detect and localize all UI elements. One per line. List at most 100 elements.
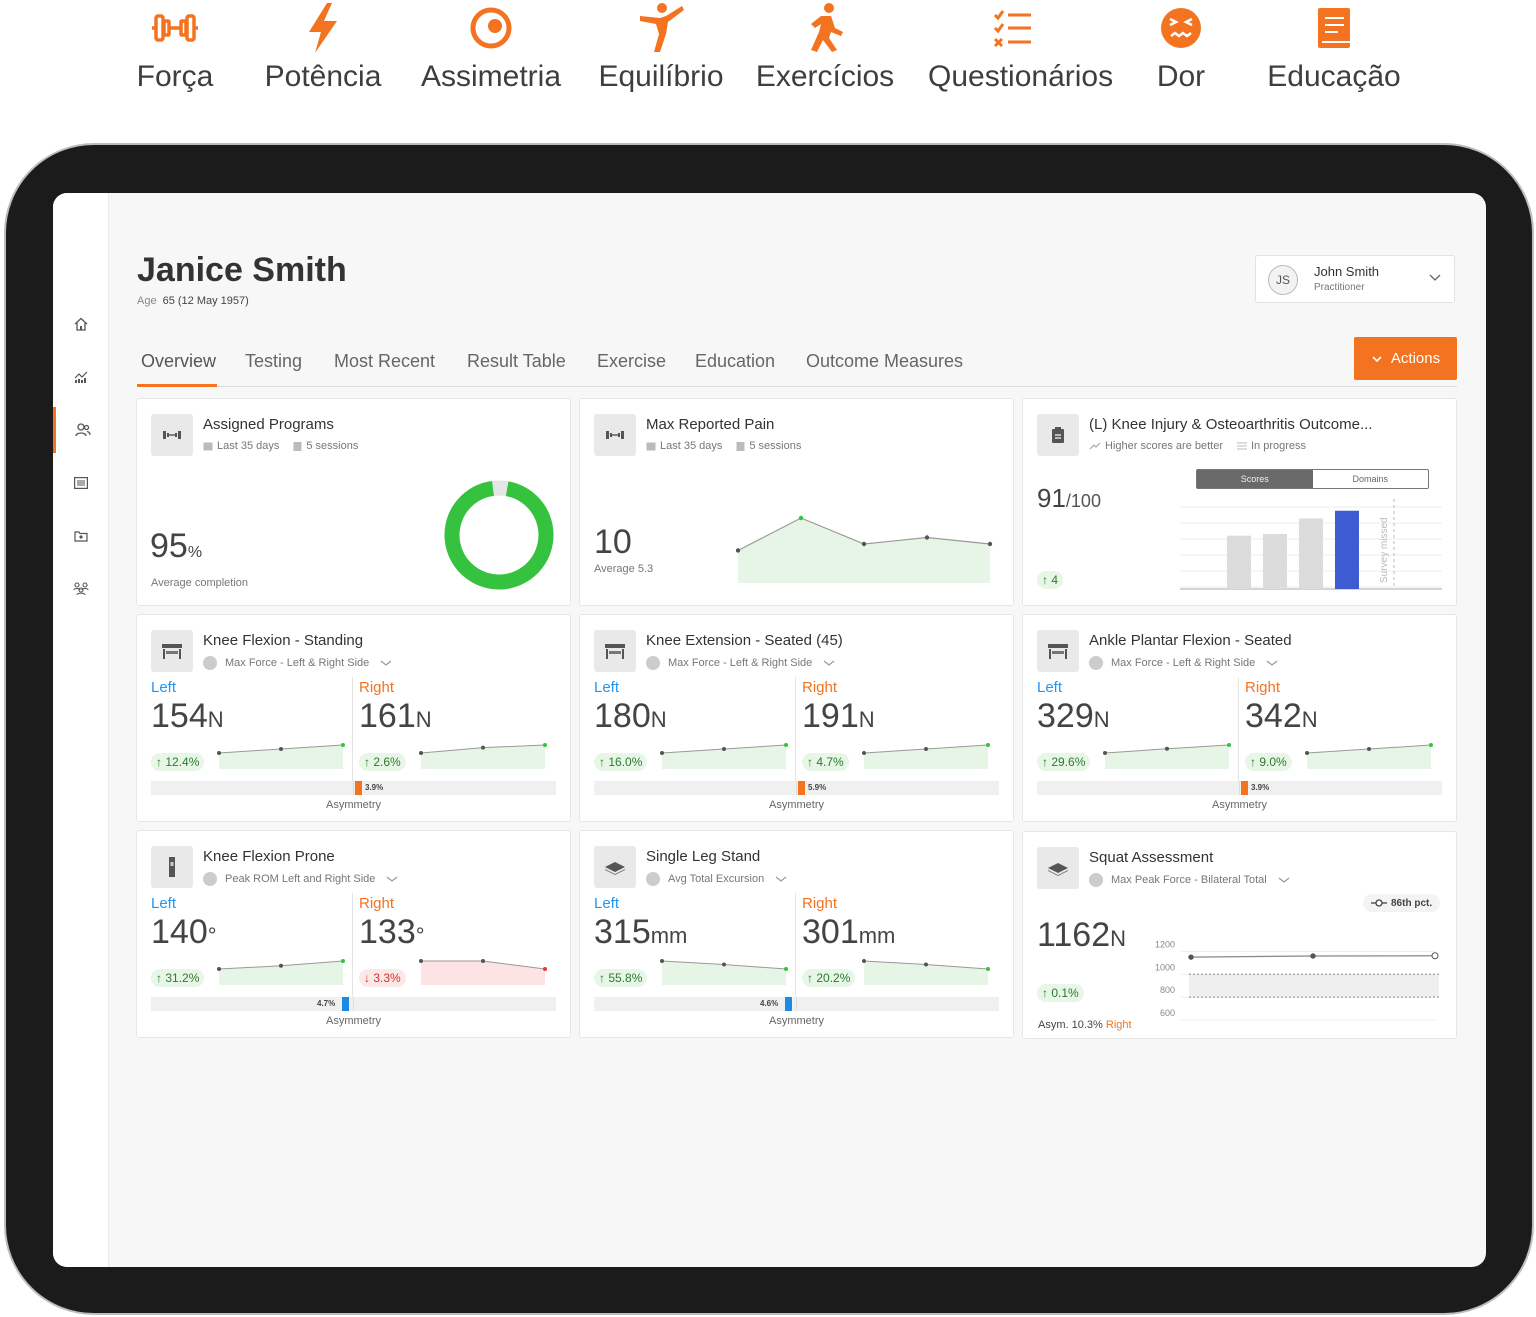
left-number: 154: [151, 697, 208, 735]
arrow-up-icon: ↑: [599, 971, 609, 985]
spark-point: [217, 967, 221, 971]
user-menu[interactable]: JS John Smith Practitioner: [1255, 255, 1455, 303]
goniometer-icon: [151, 846, 193, 888]
asymmetry-value: 3.9%: [1251, 783, 1270, 792]
metric-label: Max Force - Left & Right Side: [225, 657, 370, 669]
left-change: ↑ 16.0%: [594, 753, 648, 771]
sidebar-item-groups[interactable]: [53, 566, 109, 612]
norm-band: [1189, 974, 1439, 998]
trend-up-icon: [1089, 442, 1101, 450]
right-change: ↑ 4.7%: [802, 753, 849, 771]
card-title: Single Leg Stand: [646, 848, 761, 865]
chevron-down-icon[interactable]: [822, 658, 836, 668]
tab-domains[interactable]: Domains: [1313, 470, 1429, 488]
strength-rig-icon: [1037, 630, 1079, 672]
left-unit: N: [207, 707, 224, 732]
right-sparkline: [1305, 743, 1433, 769]
left-value: 140°: [151, 913, 217, 952]
feature-assimetria: Assimetria: [406, 0, 576, 94]
right-change-value: 9.0%: [1259, 755, 1287, 769]
card-strength-test[interactable]: Knee Flexion Prone Peak ROM Left and Righ…: [136, 830, 571, 1038]
asymmetry-value: 5.9%: [808, 783, 827, 792]
user-name: John Smith: [1314, 264, 1380, 279]
left-change: ↑ 29.6%: [1037, 753, 1091, 771]
right-change-value: 2.6%: [373, 755, 401, 769]
right-change: ↑ 2.6%: [359, 753, 406, 771]
koos-change-value: 4: [1051, 573, 1059, 587]
arrow-up-icon: ↑: [1042, 755, 1052, 769]
sidebar-item-list[interactable]: [53, 460, 109, 506]
folder-icon: [74, 531, 88, 542]
card-strength-test[interactable]: Single Leg Stand Avg Total Excursion Left R…: [579, 830, 1014, 1038]
tab-testing[interactable]: Testing: [245, 351, 302, 372]
card-subtitle: Higher scores are better In progress: [1089, 440, 1306, 452]
spark-area: [421, 961, 545, 985]
tab-result-table[interactable]: Result Table: [467, 351, 566, 372]
left-label: Left: [1037, 679, 1063, 696]
right-number: 133: [359, 913, 416, 951]
card-koos[interactable]: (L) Knee Injury & Osteoarthritis Outcome…: [1022, 398, 1457, 606]
chevron-down-icon[interactable]: [1277, 875, 1291, 885]
completion-caption: Average completion: [151, 577, 249, 589]
tab-bar: Overview Testing Most Recent Result Tabl…: [137, 343, 1457, 387]
chevron-down-icon[interactable]: [774, 874, 788, 884]
chevron-down-icon[interactable]: [379, 658, 393, 668]
user-role: Practitioner: [1314, 282, 1365, 293]
right-sparkline: [862, 959, 990, 985]
left-sparkline: [217, 743, 345, 769]
card-title: Ankle Plantar Flexion - Seated: [1089, 632, 1292, 649]
card-title: Knee Extension - Seated (45): [646, 632, 843, 649]
feature-label: Educação: [1267, 60, 1401, 93]
right-change: ↑ 9.0%: [1245, 753, 1292, 771]
right-label: Right: [359, 679, 395, 696]
card-assigned-programs[interactable]: Assigned Programs Last 35 days 5 session…: [136, 398, 571, 606]
tab-most-recent[interactable]: Most Recent: [334, 351, 435, 372]
tab-scores[interactable]: Scores: [1197, 470, 1313, 488]
feature-label: Exercícios: [755, 60, 895, 93]
arrow-up-icon: ↑: [807, 755, 817, 769]
groups-icon: [73, 582, 89, 596]
koos-note: Higher scores are better: [1105, 440, 1223, 452]
card-strength-test[interactable]: Knee Extension - Seated (45) Max Force - …: [579, 614, 1014, 822]
squat-change: ↑ 0.1%: [1037, 984, 1084, 1002]
strength-rig-icon: [151, 630, 193, 672]
sidebar-item-patients[interactable]: [53, 407, 109, 453]
feature-exercicios: Exercícios: [740, 0, 910, 94]
chevron-down-icon[interactable]: [1265, 658, 1279, 668]
squat-point: [1310, 953, 1316, 959]
tab-education[interactable]: Education: [695, 351, 775, 372]
right-number: 161: [359, 697, 416, 735]
arrow-up-icon: ↑: [807, 971, 817, 985]
chevron-down-icon: [1428, 270, 1442, 284]
pain-point: [924, 535, 930, 540]
card-squat-assessment[interactable]: Squat Assessment Max Peak Force - Bilate…: [1022, 831, 1457, 1039]
asymmetry-icon: [406, 0, 576, 56]
sidebar-item-analytics[interactable]: [53, 354, 109, 400]
asymmetry-label: Asymmetry: [1212, 799, 1267, 811]
pain-value: 10: [594, 523, 632, 561]
asymmetry-label: Asymmetry: [769, 1015, 824, 1027]
asymmetry-label: Asymmetry: [769, 799, 824, 811]
koos-value: 91: [1037, 483, 1066, 513]
actions-button[interactable]: Actions: [1354, 337, 1457, 380]
card-strength-test[interactable]: Ankle Plantar Flexion - Seated Max Force …: [1022, 614, 1457, 822]
left-sparkline: [660, 743, 788, 769]
sidebar-item-home[interactable]: [53, 301, 109, 347]
right-unit: N: [415, 707, 432, 732]
right-value: 191N: [802, 697, 875, 736]
chevron-down-icon[interactable]: [385, 874, 399, 884]
card-strength-test[interactable]: Knee Flexion - Standing Max Force - Left …: [136, 614, 571, 822]
sidebar: [53, 193, 109, 1267]
tab-overview[interactable]: Overview: [141, 351, 216, 372]
left-number: 315: [594, 913, 651, 951]
percentile-badge: 86th pct.: [1363, 894, 1441, 912]
right-value: 161N: [359, 697, 432, 736]
card-max-pain[interactable]: Max Reported Pain Last 35 days 5 session…: [579, 398, 1014, 606]
active-tab-indicator: [137, 384, 217, 387]
right-unit: °: [415, 923, 425, 948]
pain-line-chart: [736, 515, 993, 583]
tab-outcome-measures[interactable]: Outcome Measures: [806, 351, 963, 372]
left-number: 140: [151, 913, 208, 951]
sidebar-item-folder[interactable]: [53, 513, 109, 559]
tab-exercise[interactable]: Exercise: [597, 351, 666, 372]
